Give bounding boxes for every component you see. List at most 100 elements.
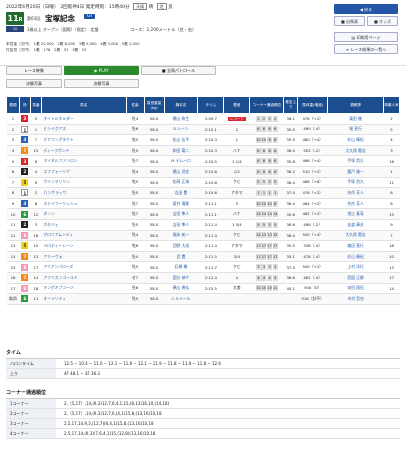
waku-cell: 1 [19,124,31,136]
trainer-link[interactable]: 大久保 龍志 [327,145,384,157]
trainer-link[interactable]: 森田 直行 [327,240,384,252]
corner-position: 14 [255,232,261,239]
corner-position: 8 [255,158,261,165]
corner-position: 17 [261,253,267,260]
horse-name-link[interactable]: グロリアムンディ [41,230,127,242]
trainer-link[interactable]: 西園 正都 [327,272,384,284]
margin-cell: 2 [223,124,250,136]
corner-position: 14 [272,211,278,218]
play-button[interactable]: ▶ PLAY [64,66,139,75]
jockey-link[interactable]: D.レーン [164,124,198,136]
jockey-link[interactable]: 福永 祐一 [164,230,198,242]
col-popularity: 単勝人気 [382,96,401,114]
trainer-link[interactable]: 手塚 貴久 [327,155,384,167]
horse-name-link[interactable]: ウインマリリン [41,177,127,189]
trainer-link[interactable]: 栗田 徹 [327,113,384,125]
time-cell: 2:10.6 [197,187,224,199]
popularity-cell [383,293,400,305]
horse-name-link[interactable]: ダノン [41,208,127,220]
corner-position: 4 [267,274,273,281]
sexage-cell: 牡5 [126,261,145,273]
corner-cell: 6666 [249,145,284,157]
jockey-link[interactable]: 坂井 瑠星 [164,198,198,210]
jockey-link[interactable]: 松山 弘平 [164,134,198,146]
return-button[interactable]: ◀ 戻る [334,4,398,14]
trainer-link[interactable]: 鹿戸 雄一 [327,166,384,178]
final3f-cell: 35.8 [283,155,298,167]
jockey-link[interactable]: 和田 竜二 [164,145,198,157]
corner-position: 3 [272,264,278,271]
jockey-link[interactable]: 国分 恭介 [164,272,198,284]
trainer-link[interactable]: 友道 康夫 [327,219,384,231]
horse-name-link[interactable]: エフフォーリア [41,166,127,178]
horse-name-link[interactable]: デアリングタクト [41,134,127,146]
corner-cell: 1111 [249,187,284,199]
trainer-link[interactable]: 矢作 芳人 [327,198,384,210]
popularity-cell: 9 [383,219,400,231]
margin-text: 2 [235,126,239,132]
waku-cell: 8 [19,261,31,273]
results-list-button[interactable]: ≡ レース結果の一覧へ [334,44,398,54]
jockey-link[interactable]: 武 豊 [164,251,198,263]
horse-name-link[interactable]: ポタジェ [41,219,127,231]
finish-photo-button[interactable]: 決勝写真 [64,79,139,88]
trainer-link[interactable]: 池江 泰寿 [327,208,384,220]
trainer-link[interactable]: 手塚 貴久 [327,177,384,189]
horse-name-link[interactable]: オーソリティ [41,293,127,305]
horse-name-link[interactable]: メロディーレーン [41,240,127,252]
furlong-row: ハロンタイム 12.5 − 10.4 − 11.0 − 12.1 − 11.6 −… [6,359,400,369]
sexage-cell: 牡6 [126,283,145,295]
trainer-link[interactable]: 安田 翔伍 [327,283,384,295]
trainer-link[interactable]: 大久保 龍志 [327,230,384,242]
jockey-link[interactable]: 石橋 脩 [164,261,198,273]
horse-name-link[interactable]: アリーヴォ [41,251,127,263]
corner-cell: 17171717 [249,240,284,252]
corner-cell: 2222 [249,113,284,125]
corner-position: 3 [255,264,261,271]
jockey-link[interactable]: 団野 大成 [164,240,198,252]
trainer-link[interactable]: 杉山 晴紀 [327,134,384,146]
number-cell: 9 [30,177,42,189]
trainer-link[interactable]: 木村 哲也 [327,293,384,305]
horse-name-link[interactable]: ステイフーリッシュ [41,198,127,210]
margin-cell: 3/4 [223,251,250,263]
trainer-link[interactable]: 上村 洋行 [327,261,384,273]
corner-position: 14 [261,211,267,218]
race-video-button[interactable]: レース映像 [6,66,62,75]
corner-position: 14 [255,211,261,218]
horse-name-link[interactable]: マイネルファンロン [41,155,127,167]
jockey-link[interactable]: 吉田 隼人 [164,219,198,231]
horse-name-link[interactable]: アイアンバローズ [41,261,127,273]
time-cell: 2:11.1 [197,198,224,210]
jockey-link[interactable]: 吉田 豊 [164,187,198,199]
horse-name-link[interactable]: キングオブコージ [41,283,127,295]
time-cell: 2:15.5 [197,283,224,295]
trainer-link[interactable]: 杉山 晴紀 [327,251,384,263]
horse-name-link[interactable]: ディープボンド [41,145,127,157]
popularity-cell: 6 [383,187,400,199]
odds-button[interactable]: ■ オッズ [367,16,398,26]
jockey-link[interactable]: 横山 和生 [164,113,198,125]
horse-name-link[interactable]: パンサラッサ [41,187,127,199]
jockey-link[interactable]: 松岡 正海 [164,177,198,189]
trainer-link[interactable]: 堀 宣行 [327,124,384,136]
entries-button[interactable]: ■ 出馬表 [334,16,365,26]
popularity-cell: 3 [383,145,400,157]
final3f-cell: 36.1 [283,113,298,125]
horse-name-link[interactable]: アフリカンゴールド [41,272,127,284]
jockey-link[interactable]: C.ルメール [164,293,198,305]
jockey-link[interactable]: 横山 武史 [164,166,198,178]
corner-label: 2コーナー [6,409,56,418]
trainer-link[interactable]: 矢作 芳人 [327,187,384,199]
margin-text: クビ [233,264,241,270]
jockey-link[interactable]: 横山 典弘 [164,283,198,295]
horse-name-link[interactable]: タイトルホルダー [41,113,127,125]
jockey-link[interactable]: 吉田 隼人 [164,208,198,220]
jockey-link[interactable]: M.デムーロ [164,155,198,167]
horse-name-link[interactable]: ヒシイグアス [41,124,127,136]
patrol-button[interactable]: ■ 全周パトロール [141,66,216,75]
corner-cell: 8888 [249,155,284,167]
waku-badge: 8 [21,284,29,292]
print-button[interactable]: ▤ 印刷用ページ [334,32,398,42]
corner-value: 2,（5,17）,14,(9,3)12,7,6,4,1,15,(8,13)16,… [64,400,170,406]
